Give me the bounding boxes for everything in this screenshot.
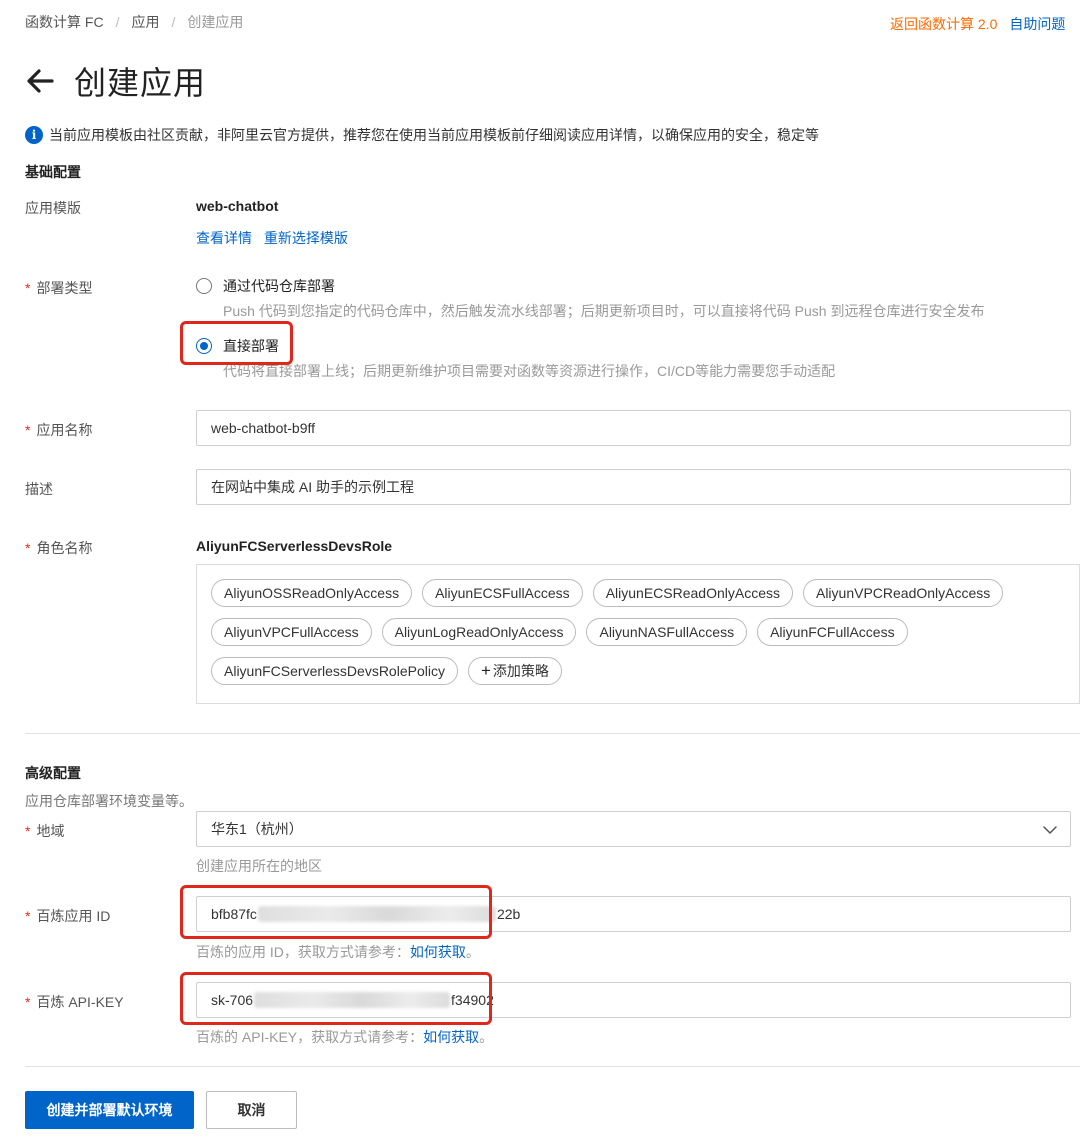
bailian-api-key-hint: 百炼的 API-KEY，获取方式请参考：如何获取。 (196, 1027, 493, 1047)
advanced-config-title: 高级配置 (25, 765, 81, 781)
policy-tag: AliyunOSSReadOnlyAccess (211, 579, 413, 607)
required-mark: * (25, 823, 31, 839)
add-policy-label: 添加策略 (492, 663, 549, 679)
highlight-box-api-key (180, 972, 492, 1025)
app-name-value: web-chatbot-b9ff (211, 420, 316, 436)
policy-tags-box: AliyunOSSReadOnlyAccess AliyunECSFullAcc… (196, 564, 1080, 704)
cancel-button[interactable]: 取消 (206, 1091, 297, 1129)
bailian-app-id-label: * 百炼应用 ID (25, 906, 110, 926)
chevron-down-icon (1043, 826, 1057, 834)
breadcrumb-apps[interactable]: 应用 (131, 14, 159, 30)
region-select[interactable]: 华东1（杭州） (196, 811, 1071, 847)
section-divider (25, 733, 1080, 734)
app-name-label: * 应用名称 (25, 420, 92, 440)
breadcrumb-current: 创建应用 (187, 14, 244, 30)
app-name-input[interactable]: web-chatbot-b9ff (196, 410, 1071, 446)
breadcrumb-separator: / (171, 14, 176, 30)
deploy-type-label-text: 部署类型 (36, 280, 93, 296)
template-label: 应用模版 (25, 200, 81, 216)
plus-icon: + (480, 661, 491, 680)
policy-tag: AliyunECSFullAccess (422, 579, 583, 607)
role-label: * 角色名称 (25, 538, 92, 558)
basic-config-title: 基础配置 (25, 164, 81, 180)
role-value: AliyunFCServerlessDevsRole (196, 538, 393, 554)
hint-period: 。 (479, 1029, 494, 1045)
bailian-app-id-label-text: 百炼应用 ID (36, 908, 111, 924)
bailian-app-id-hint: 百炼的应用 ID，获取方式请参考：如何获取。 (196, 942, 480, 962)
radio-repo-deploy[interactable]: 通过代码仓库部署 (196, 276, 335, 296)
description-value: 在网站中集成 AI 助手的示例工程 (211, 479, 415, 495)
required-mark: * (25, 280, 31, 296)
breadcrumb-fc[interactable]: 函数计算 FC (25, 14, 104, 30)
required-mark: * (25, 540, 31, 556)
description-label: 描述 (25, 481, 53, 497)
breadcrumb: 函数计算 FC / 应用 / 创建应用 (25, 12, 243, 32)
region-value: 华东1（杭州） (211, 821, 303, 837)
description-input[interactable]: 在网站中集成 AI 助手的示例工程 (196, 469, 1071, 505)
page-title: 创建应用 (24, 58, 206, 104)
region-label-text: 地域 (36, 823, 65, 839)
top-links: 返回函数计算 2.0 自助问题 (890, 14, 1065, 34)
policy-tag: AliyunVPCFullAccess (211, 618, 372, 646)
notice-text: 当前应用模板由社区贡献，非阿里云官方提供，推荐您在使用当前应用模板前仔细阅读应用… (49, 127, 819, 143)
radio-direct-description: 代码将直接部署上线；后期更新维护项目需要对函数等资源进行操作，CI/CD等能力需… (223, 363, 836, 379)
policy-tag: AliyunFCFullAccess (757, 618, 908, 646)
how-to-get-api-key-link[interactable]: 如何获取 (423, 1029, 479, 1045)
community-template-notice: i 当前应用模板由社区贡献，非阿里云官方提供，推荐您在使用当前应用模板前仔细阅读… (25, 125, 819, 145)
policy-tag: AliyunVPCReadOnlyAccess (802, 579, 1004, 607)
app-name-label-text: 应用名称 (36, 422, 93, 438)
self-help-link[interactable]: 自助问题 (1009, 16, 1065, 32)
required-mark: * (25, 994, 31, 1010)
policy-tag: AliyunLogReadOnlyAccess (381, 618, 577, 646)
template-links: 查看详情 重新选择模版 (196, 228, 348, 248)
bailian-api-key-label: * 百炼 API-KEY (25, 992, 124, 1012)
reselect-template-link[interactable]: 重新选择模版 (264, 230, 348, 246)
required-mark: * (25, 908, 31, 924)
bailian-api-key-hint-text: 百炼的 API-KEY，获取方式请参考： (196, 1029, 424, 1045)
region-hint: 创建应用所在的地区 (196, 858, 322, 874)
region-label: * 地域 (25, 821, 64, 841)
info-icon: i (25, 126, 43, 144)
bailian-app-id-hint-text: 百炼的应用 ID，获取方式请参考： (196, 944, 410, 960)
return-fc2-link[interactable]: 返回函数计算 2.0 (890, 16, 997, 32)
advanced-config-subtitle: 应用仓库部署环境变量等。 (25, 793, 193, 809)
breadcrumb-separator: / (115, 14, 120, 30)
add-policy-button[interactable]: + 添加策略 (467, 657, 562, 685)
template-value: web-chatbot (196, 198, 279, 214)
highlight-box-app-id (180, 885, 492, 939)
policy-tag: AliyunNASFullAccess (586, 618, 748, 646)
radio-repo-description: Push 代码到您指定的代码仓库中，然后触发流水线部署；后期更新项目时，可以直接… (223, 303, 985, 319)
how-to-get-app-id-link[interactable]: 如何获取 (410, 944, 466, 960)
view-details-link[interactable]: 查看详情 (196, 230, 252, 246)
highlight-box-direct-deploy (180, 321, 293, 365)
create-and-deploy-button[interactable]: 创建并部署默认环境 (25, 1091, 194, 1129)
radio-repo-label: 通过代码仓库部署 (223, 278, 335, 294)
bailian-app-id-suffix: 22b (496, 906, 521, 922)
deploy-type-label: * 部署类型 (25, 278, 92, 298)
footer-divider (25, 1066, 1080, 1067)
policy-tag: AliyunFCServerlessDevsRolePolicy (211, 657, 458, 685)
hint-period: 。 (465, 944, 480, 960)
policy-tag: AliyunECSReadOnlyAccess (592, 579, 793, 607)
back-arrow-icon[interactable] (24, 65, 56, 97)
page-heading: 创建应用 (74, 65, 207, 101)
role-label-text: 角色名称 (36, 540, 93, 556)
bailian-api-key-label-text: 百炼 API-KEY (36, 994, 124, 1010)
radio-circle-unchecked[interactable] (196, 278, 212, 294)
required-mark: * (25, 422, 31, 438)
